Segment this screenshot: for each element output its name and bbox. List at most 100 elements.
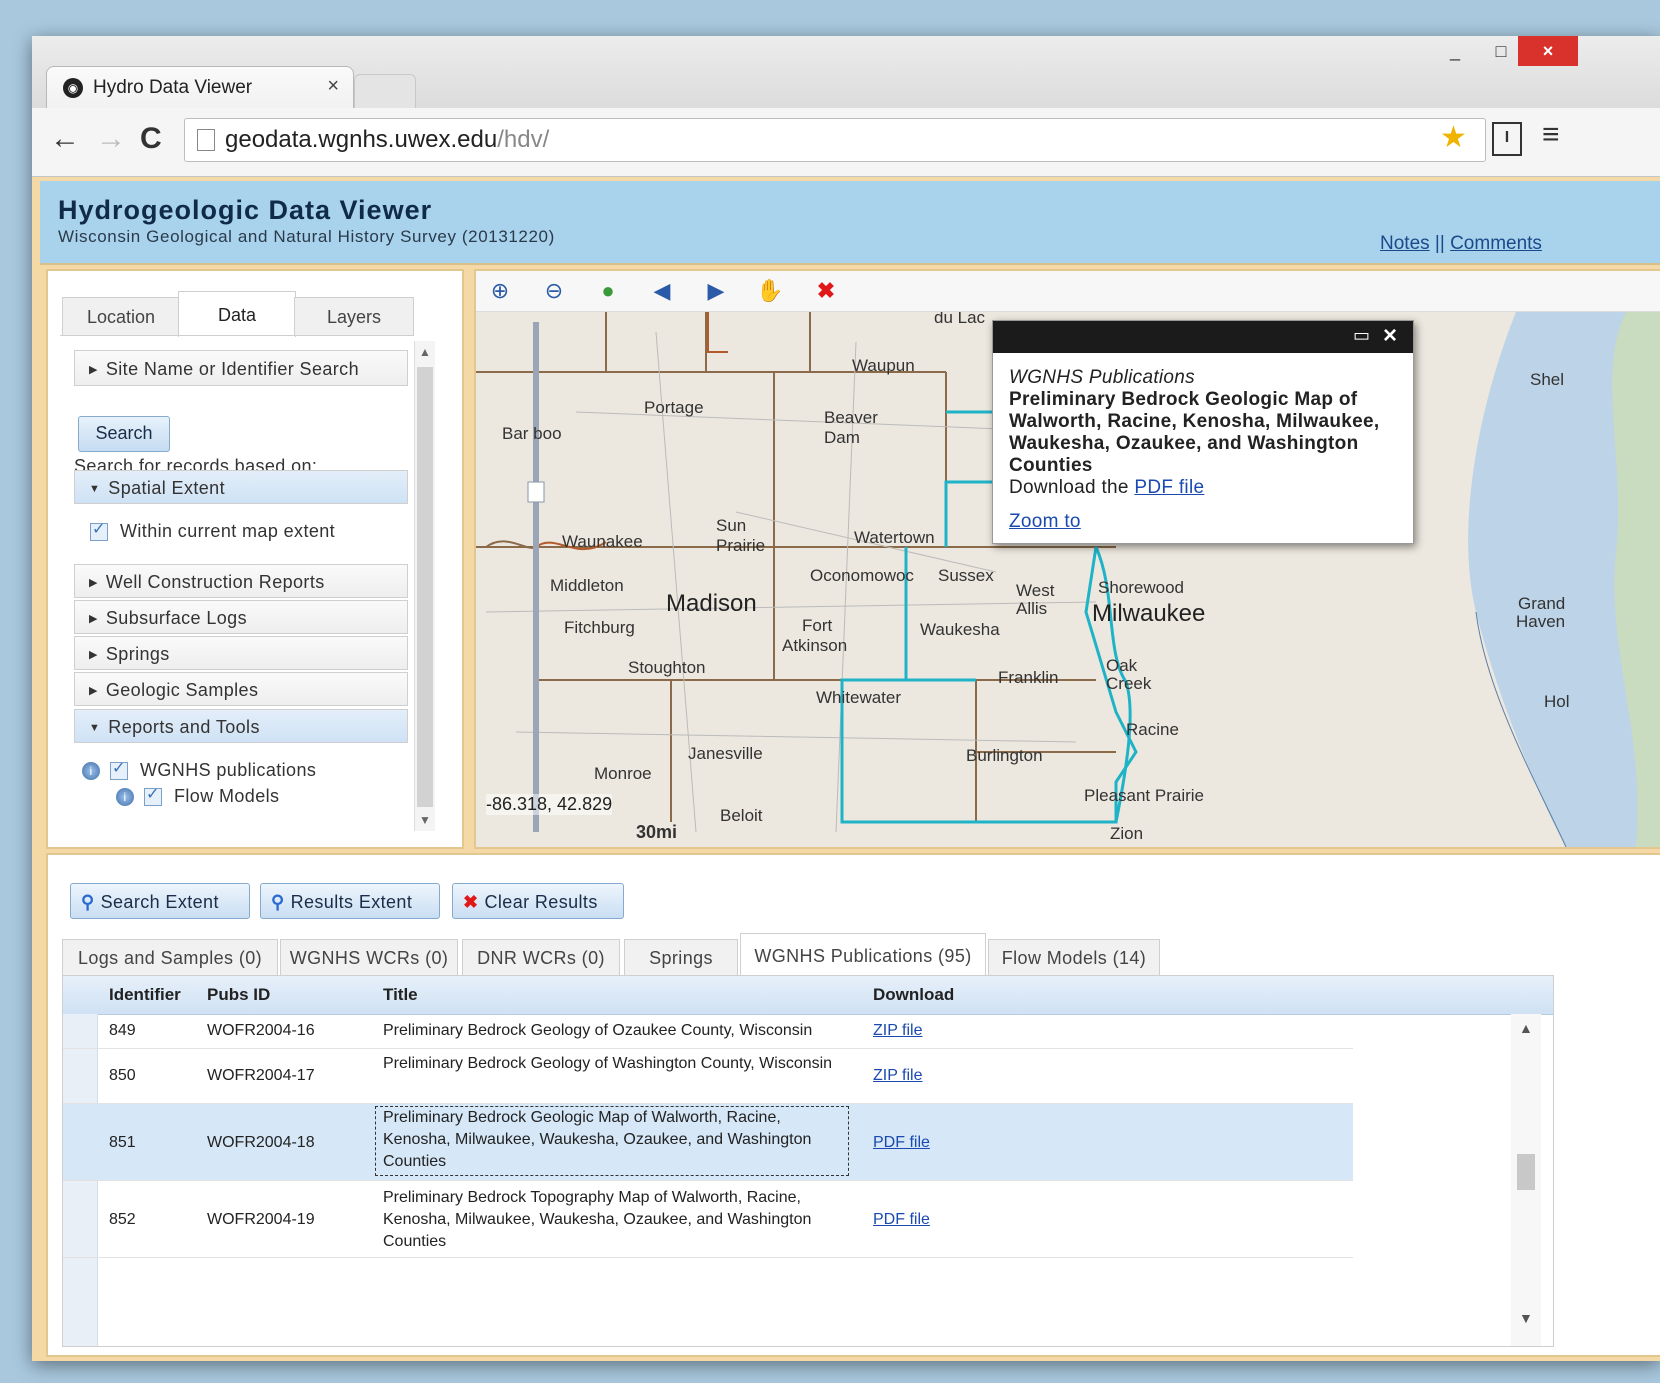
collapsed-arrow-icon: ▶: [89, 649, 98, 661]
place-label: Shel: [1530, 370, 1565, 389]
back-icon[interactable]: ←: [50, 122, 80, 156]
place-label: Creek: [1106, 674, 1152, 693]
tab-close-icon[interactable]: ×: [327, 75, 339, 98]
flow-models-checkbox[interactable]: i Flow Models: [116, 784, 279, 807]
place-label: Stoughton: [628, 658, 706, 677]
comments-link[interactable]: Comments: [1450, 233, 1542, 254]
results-panel: ⚲ Search Extent ⚲ Results Extent ✖ Clear Re…: [46, 853, 1660, 1357]
results-extent-button[interactable]: ⚲ Results Extent: [260, 883, 440, 919]
popup-zoom: Zoom to: [1009, 511, 1401, 533]
checkbox-icon[interactable]: [110, 758, 128, 781]
new-tab-button[interactable]: [354, 74, 416, 109]
column-header[interactable]: Title: [383, 985, 418, 1005]
window-close-button[interactable]: ×: [1518, 36, 1578, 66]
table-scrollbar[interactable]: ▲ ▼: [1511, 1014, 1541, 1346]
zoom-to-link[interactable]: Zoom to: [1009, 511, 1081, 532]
wgnhs-publications-checkbox[interactable]: i WGNHS publications: [82, 758, 316, 781]
minimize-button[interactable]: _: [1432, 36, 1478, 66]
place-label: Shorewood: [1098, 578, 1185, 597]
download-prefix: Download the: [1009, 477, 1135, 498]
clear-graphics-icon[interactable]: ✖: [812, 277, 840, 305]
place-label: Burlington: [966, 746, 1043, 765]
browser-tab[interactable]: ◉ Hydro Data Viewer ×: [46, 66, 354, 109]
section-label: Geologic Samples: [105, 680, 259, 700]
tab-dnr-wcrs[interactable]: DNR WCRs (0): [462, 939, 620, 976]
map-view[interactable]: du Lac Waupun Portage Bar boo Beaver Dam…: [476, 312, 1660, 847]
table-row-selected[interactable]: 851 WOFR2004-18 Preliminary Bedrock Geol…: [63, 1104, 1353, 1181]
tab-layers[interactable]: Layers: [294, 297, 414, 336]
info-icon[interactable]: i: [116, 788, 134, 807]
reload-icon[interactable]: C: [140, 122, 162, 156]
table-row[interactable]: 850 WOFR2004-17 Preliminary Bedrock Geol…: [63, 1049, 1353, 1104]
zoom-out-icon[interactable]: ⊖: [540, 277, 568, 305]
reports-tools-section[interactable]: ▼ Reports and Tools: [74, 709, 408, 743]
column-header[interactable]: Identifier: [109, 985, 181, 1005]
checkbox-icon[interactable]: [90, 519, 108, 542]
browser-toolbar: ← → C geodata.wgnhs.uwex.edu/hdv/ ★ I ≡: [32, 108, 1660, 177]
section-springs[interactable]: ▶ Springs: [74, 636, 408, 670]
zip-file-link[interactable]: ZIP file: [873, 1067, 923, 1084]
scroll-thumb[interactable]: [417, 367, 433, 807]
extension-icon[interactable]: I: [1492, 122, 1522, 156]
maximize-icon[interactable]: ▭: [1353, 325, 1370, 346]
app-page: Hydrogeologic Data Viewer Wisconsin Geol…: [32, 177, 1660, 1361]
checkbox-icon[interactable]: [144, 784, 162, 807]
tab-wgnhs-wcrs[interactable]: WGNHS WCRs (0): [280, 939, 458, 976]
place-label: Prairie: [716, 536, 766, 555]
close-icon[interactable]: ×: [1383, 322, 1397, 350]
tab-wgnhs-publications[interactable]: WGNHS Publications (95): [740, 933, 986, 977]
tab-flow-models[interactable]: Flow Models (14): [988, 939, 1160, 976]
place-label: du Lac: [934, 312, 986, 327]
tab-location[interactable]: Location: [62, 297, 180, 336]
bookmark-star-icon[interactable]: ★: [1440, 120, 1467, 155]
clear-results-button[interactable]: ✖ Clear Results: [452, 883, 624, 919]
browser-menu-icon[interactable]: ≡: [1542, 118, 1560, 152]
expanded-arrow-icon: ▼: [89, 483, 101, 495]
place-label: Hol: [1544, 692, 1570, 711]
section-label: Subsurface Logs: [105, 608, 247, 628]
tab-data[interactable]: Data: [178, 291, 296, 337]
globe-full-extent-icon[interactable]: ●: [594, 277, 622, 305]
place-label: Beaver: [824, 408, 878, 427]
button-label: Clear Results: [484, 892, 598, 912]
search-extent-button[interactable]: ⚲ Search Extent: [70, 883, 250, 919]
zoom-in-icon[interactable]: ⊕: [486, 277, 514, 305]
cell-title: Preliminary Bedrock Geology of Ozaukee C…: [383, 1022, 813, 1039]
section-geologic-samples[interactable]: ▶ Geologic Samples: [74, 672, 408, 706]
tab-title: Hydro Data Viewer: [93, 77, 253, 98]
left-panel-scrollbar[interactable]: ▲ ▼: [414, 341, 435, 831]
pan-hand-icon[interactable]: ✋: [756, 277, 784, 305]
info-icon[interactable]: i: [82, 762, 100, 781]
spatial-extent-section[interactable]: ▼ Spatial Extent: [74, 470, 408, 504]
scroll-up-icon[interactable]: ▲: [1519, 1020, 1533, 1036]
section-subsurface-logs[interactable]: ▶ Subsurface Logs: [74, 600, 408, 634]
scroll-down-icon[interactable]: ▼: [1519, 1310, 1533, 1326]
zip-file-link[interactable]: ZIP file: [873, 1022, 923, 1039]
pdf-file-link[interactable]: PDF file: [873, 1211, 930, 1228]
scroll-down-icon[interactable]: ▼: [419, 813, 431, 827]
table-row[interactable]: 849 WOFR2004-16 Preliminary Bedrock Geol…: [63, 1014, 1353, 1049]
search-button[interactable]: Search: [78, 416, 170, 452]
data-tab-body: ▶ Site Name or Identifier Search Search S…: [60, 335, 414, 832]
place-label: Madison: [666, 590, 757, 617]
tab-springs[interactable]: Springs: [624, 939, 738, 976]
notes-link[interactable]: Notes: [1380, 233, 1430, 254]
table-row[interactable]: 852 WOFR2004-19 Preliminary Bedrock Topo…: [63, 1181, 1353, 1258]
place-label: Monroe: [594, 764, 652, 783]
previous-extent-icon[interactable]: ◀: [648, 277, 676, 305]
pdf-file-link[interactable]: PDF file: [873, 1134, 930, 1151]
section-well-construction[interactable]: ▶ Well Construction Reports: [74, 564, 408, 598]
within-extent-checkbox[interactable]: Within current map extent: [90, 519, 335, 542]
address-bar[interactable]: geodata.wgnhs.uwex.edu/hdv/: [184, 118, 1486, 162]
place-label: Waupun: [852, 356, 915, 375]
cell-identifier: 850: [109, 1067, 136, 1084]
column-header[interactable]: Download: [873, 985, 954, 1005]
forward-icon[interactable]: →: [96, 122, 126, 156]
tab-logs-samples[interactable]: Logs and Samples (0): [62, 939, 278, 976]
next-extent-icon[interactable]: ▶: [702, 277, 730, 305]
pdf-link[interactable]: PDF file: [1134, 477, 1204, 498]
scroll-thumb[interactable]: [1517, 1154, 1535, 1190]
scroll-up-icon[interactable]: ▲: [419, 345, 431, 359]
site-search-section[interactable]: ▶ Site Name or Identifier Search: [74, 350, 408, 386]
column-header[interactable]: Pubs ID: [207, 985, 270, 1005]
